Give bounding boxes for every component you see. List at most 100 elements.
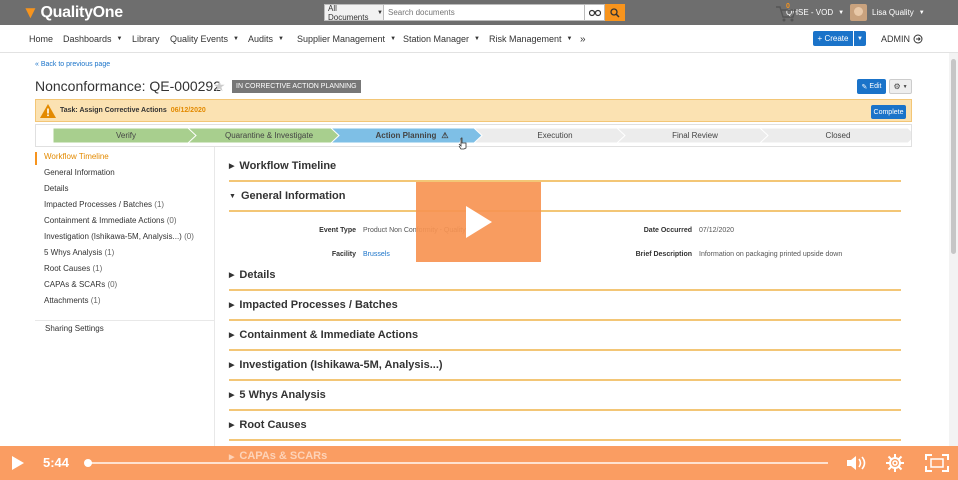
app-logo[interactable]: ▼ QualityOne <box>22 3 123 22</box>
video-progress-handle[interactable] <box>84 459 92 467</box>
create-button[interactable]: + Create <box>813 31 853 46</box>
sidebar-item-attachments[interactable]: Attachments (1) <box>44 296 100 305</box>
gear-icon: ⚙ <box>893 82 901 91</box>
caret-right-icon: ▶ <box>229 392 235 399</box>
section-workflow-timeline[interactable]: ▶ Workflow Timeline <box>229 152 901 182</box>
caret-right-icon: ▶ <box>229 362 235 369</box>
top-bar: ▼ QualityOne All Documents ▼ QHSE - VOD … <box>0 0 958 25</box>
section-containment[interactable]: ▶ Containment & Immediate Actions <box>229 321 901 351</box>
nav-item-home[interactable]: Home <box>29 25 53 53</box>
user-menu[interactable]: Lisa Quality ▼ <box>850 0 925 25</box>
section-general-information[interactable]: ▼ General Information <box>229 182 901 212</box>
sidebar-item-5-whys[interactable]: 5 Whys Analysis (1) <box>44 248 114 257</box>
scroll-thumb[interactable] <box>951 59 956 254</box>
sidebar-item-sharing-settings[interactable]: Sharing Settings <box>45 324 104 333</box>
search-button[interactable] <box>605 4 625 21</box>
chevron-down-icon: ▼ <box>902 83 908 90</box>
app-name: QualityOne <box>40 3 124 21</box>
sidebar-item-label: Attachments <box>44 296 89 305</box>
create-dropdown-button[interactable]: ▼ <box>854 31 866 46</box>
settings-menu-button[interactable]: ⚙ ▼ <box>889 79 912 94</box>
caret-right-icon: ▶ <box>229 163 235 170</box>
section-5-whys[interactable]: ▶ 5 Whys Analysis <box>229 381 901 411</box>
search-scope-select[interactable]: All Documents ▼ <box>324 3 384 22</box>
binoculars-icon[interactable] <box>585 4 605 21</box>
chevron-down-icon: ▼ <box>838 9 845 16</box>
caret-right-icon: ▶ <box>229 454 235 461</box>
brief-description-label: Brief Description <box>635 251 692 258</box>
task-date: 06/12/2020 <box>170 107 206 114</box>
avatar <box>850 4 867 21</box>
back-link[interactable]: « Back to previous page <box>35 61 110 68</box>
page-title: Nonconformance: QE-000292 <box>35 78 221 94</box>
sidebar-item-label: 5 Whys Analysis <box>44 248 103 257</box>
search-input[interactable] <box>384 4 585 21</box>
sidebar-item-capas-scars[interactable]: CAPAs & SCARs (0) <box>44 280 117 289</box>
pencil-icon: ✎ <box>861 83 868 91</box>
step-verify[interactable]: Verify <box>53 128 199 143</box>
step-label: Action Planning <box>375 131 437 140</box>
step-quarantine-investigate[interactable]: Quarantine & Investigate <box>196 128 342 143</box>
sidebar-item-details[interactable]: Details <box>44 184 68 193</box>
sidebar-item-label: General Information <box>44 168 115 177</box>
logout-icon <box>913 34 923 44</box>
date-occurred-value: 07/12/2020 <box>699 227 735 234</box>
step-label: Execution <box>537 131 573 140</box>
nav-item-audits[interactable]: Audits ▼ <box>248 25 284 53</box>
section-title: General Information <box>240 190 346 202</box>
cursor-icon <box>458 137 467 150</box>
step-label: Quarantine & Investigate <box>224 131 314 140</box>
sidebar-item-workflow-timeline[interactable]: Workflow Timeline <box>44 152 109 161</box>
section-title: Investigation (Ishikawa-5M, Analysis...) <box>239 359 443 371</box>
facility-link[interactable]: Brussels <box>363 251 390 258</box>
nav-label: Risk Management <box>489 34 562 44</box>
caret-down-icon: ▼ <box>229 192 236 200</box>
scrollbar[interactable] <box>949 53 958 446</box>
chevron-down-icon: ▼ <box>116 36 123 42</box>
section-investigation[interactable]: ▶ Investigation (Ishikawa-5M, Analysis...… <box>229 351 901 381</box>
more-nav-icon[interactable]: » <box>580 25 586 53</box>
chevron-down-icon: ▼ <box>566 36 573 42</box>
nav-item-station-manager[interactable]: Station Manager ▼ <box>403 25 480 53</box>
volume-icon[interactable] <box>846 455 868 471</box>
nav-label: Home <box>29 34 54 44</box>
brief-description-value: Information on packaging printed upside … <box>699 251 843 258</box>
gear-icon[interactable] <box>886 454 904 472</box>
step-closed[interactable]: Closed <box>768 128 908 143</box>
sidebar-item-impacted-processes[interactable]: Impacted Processes / Batches (1) <box>44 200 164 209</box>
sidebar-item-count: (1) <box>90 296 101 305</box>
sidebar-item-containment[interactable]: Containment & Immediate Actions (0) <box>44 216 177 225</box>
favorite-star-icon[interactable]: ★ <box>213 78 226 95</box>
nav-item-supplier-management[interactable]: Supplier Management ▼ <box>297 25 396 53</box>
play-icon[interactable] <box>11 456 25 470</box>
fullscreen-icon[interactable] <box>925 454 949 472</box>
section-impacted-processes[interactable]: ▶ Impacted Processes / Batches <box>229 291 901 321</box>
nav-item-dashboards[interactable]: Dashboards ▼ <box>63 25 122 53</box>
edit-label: Edit <box>869 83 882 90</box>
sidebar-item-label: CAPAs & SCARs <box>44 280 106 289</box>
step-execution[interactable]: Execution <box>482 128 628 143</box>
nav-item-library[interactable]: Library <box>132 25 160 53</box>
section-details[interactable]: ▶ Details <box>229 261 901 291</box>
sidebar-item-root-causes[interactable]: Root Causes (1) <box>44 264 102 273</box>
step-label: Verify <box>115 131 136 140</box>
section-capas-scars[interactable]: ▶ CAPAs & SCARs <box>229 450 327 462</box>
sidebar-item-investigation[interactable]: Investigation (Ishikawa-5M, Analysis...)… <box>44 232 194 241</box>
complete-button[interactable]: Complete <box>871 105 906 119</box>
step-final-review[interactable]: Final Review <box>625 128 765 143</box>
section-title: 5 Whys Analysis <box>239 389 326 401</box>
video-play-overlay[interactable] <box>416 182 541 262</box>
sidebar-item-general-information[interactable]: General Information <box>44 168 115 177</box>
search-scope-label: All Documents <box>328 3 369 22</box>
sidebar-item-label: Containment & Immediate Actions <box>44 216 165 225</box>
admin-label: ADMIN <box>881 34 910 44</box>
nav-item-risk-management[interactable]: Risk Management ▼ <box>489 25 573 53</box>
nav-item-quality-events[interactable]: Quality Events ▼ <box>170 25 239 53</box>
admin-menu[interactable]: ADMIN <box>881 25 923 53</box>
caret-right-icon: ▶ <box>229 422 235 429</box>
video-progress-track[interactable] <box>88 462 828 464</box>
sidebar-item-count: (0) <box>184 232 194 241</box>
section-root-causes[interactable]: ▶ Root Causes <box>229 411 901 441</box>
sidebar-item-count: (1) <box>154 200 165 209</box>
edit-button[interactable]: ✎ Edit <box>857 79 886 94</box>
